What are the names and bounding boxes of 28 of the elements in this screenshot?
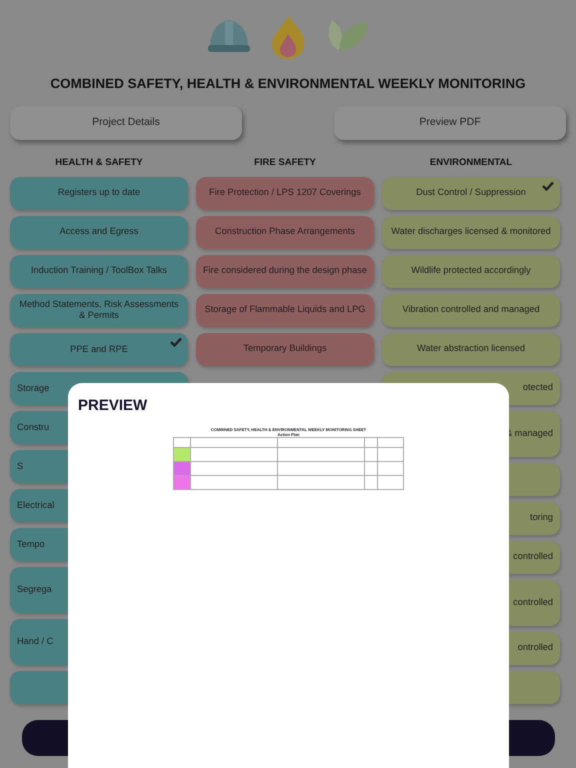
table-cell	[365, 476, 378, 490]
checklist-item[interactable]: Method Statements, Risk Assessments & Permits	[10, 294, 188, 328]
column-heading: ENVIRONMENTAL	[428, 156, 514, 170]
checklist-item[interactable]: Vibration controlled and managed	[382, 294, 560, 326]
preview-pdf-button[interactable]: Preview PDF	[334, 106, 566, 140]
checklist-item[interactable]: Storage of Flammable Liquids and LPG	[196, 294, 374, 326]
checklist-item[interactable]: Temporary Buildings	[196, 332, 374, 366]
checklist-item[interactable]: Registers up to date	[10, 176, 188, 210]
checklist-item[interactable]: PPE and RPE	[10, 333, 188, 366]
table-cell	[378, 448, 404, 462]
checklist-item[interactable]: Construction Phase Arrangements	[196, 216, 374, 248]
column-heading: FIRE SAFETY	[253, 156, 317, 170]
checklist-item[interactable]: Fire considered during the design phase	[196, 254, 374, 288]
table-cell	[365, 462, 378, 476]
checklist-item[interactable]: Access and Egress	[10, 216, 188, 248]
checklist-item[interactable]: Fire Protection / LPS 1207 Coverings	[196, 176, 374, 210]
page-title: COMBINED SAFETY, HEALTH & ENVIRONMENTAL WEEKLY MONITORING	[49, 75, 527, 93]
checklist-item[interactable]: Water discharges licensed & monitored	[382, 216, 560, 248]
column-heading: HEALTH & SAFETY	[54, 156, 144, 170]
table-cell	[378, 462, 404, 476]
checklist-item[interactable]: Induction Training / ToolBox Talks	[10, 254, 188, 288]
table-cell	[365, 448, 378, 462]
project-details-button[interactable]: Project Details	[10, 106, 242, 140]
table-cell	[378, 476, 404, 490]
checklist-item[interactable]: Wildlife protected accordingly	[382, 254, 560, 288]
checklist-item[interactable]: Dust Control / Suppression	[382, 176, 560, 210]
checklist-item[interactable]: Water abstraction licensed	[382, 332, 560, 366]
dialog-title: PREVIEW	[78, 396, 148, 416]
